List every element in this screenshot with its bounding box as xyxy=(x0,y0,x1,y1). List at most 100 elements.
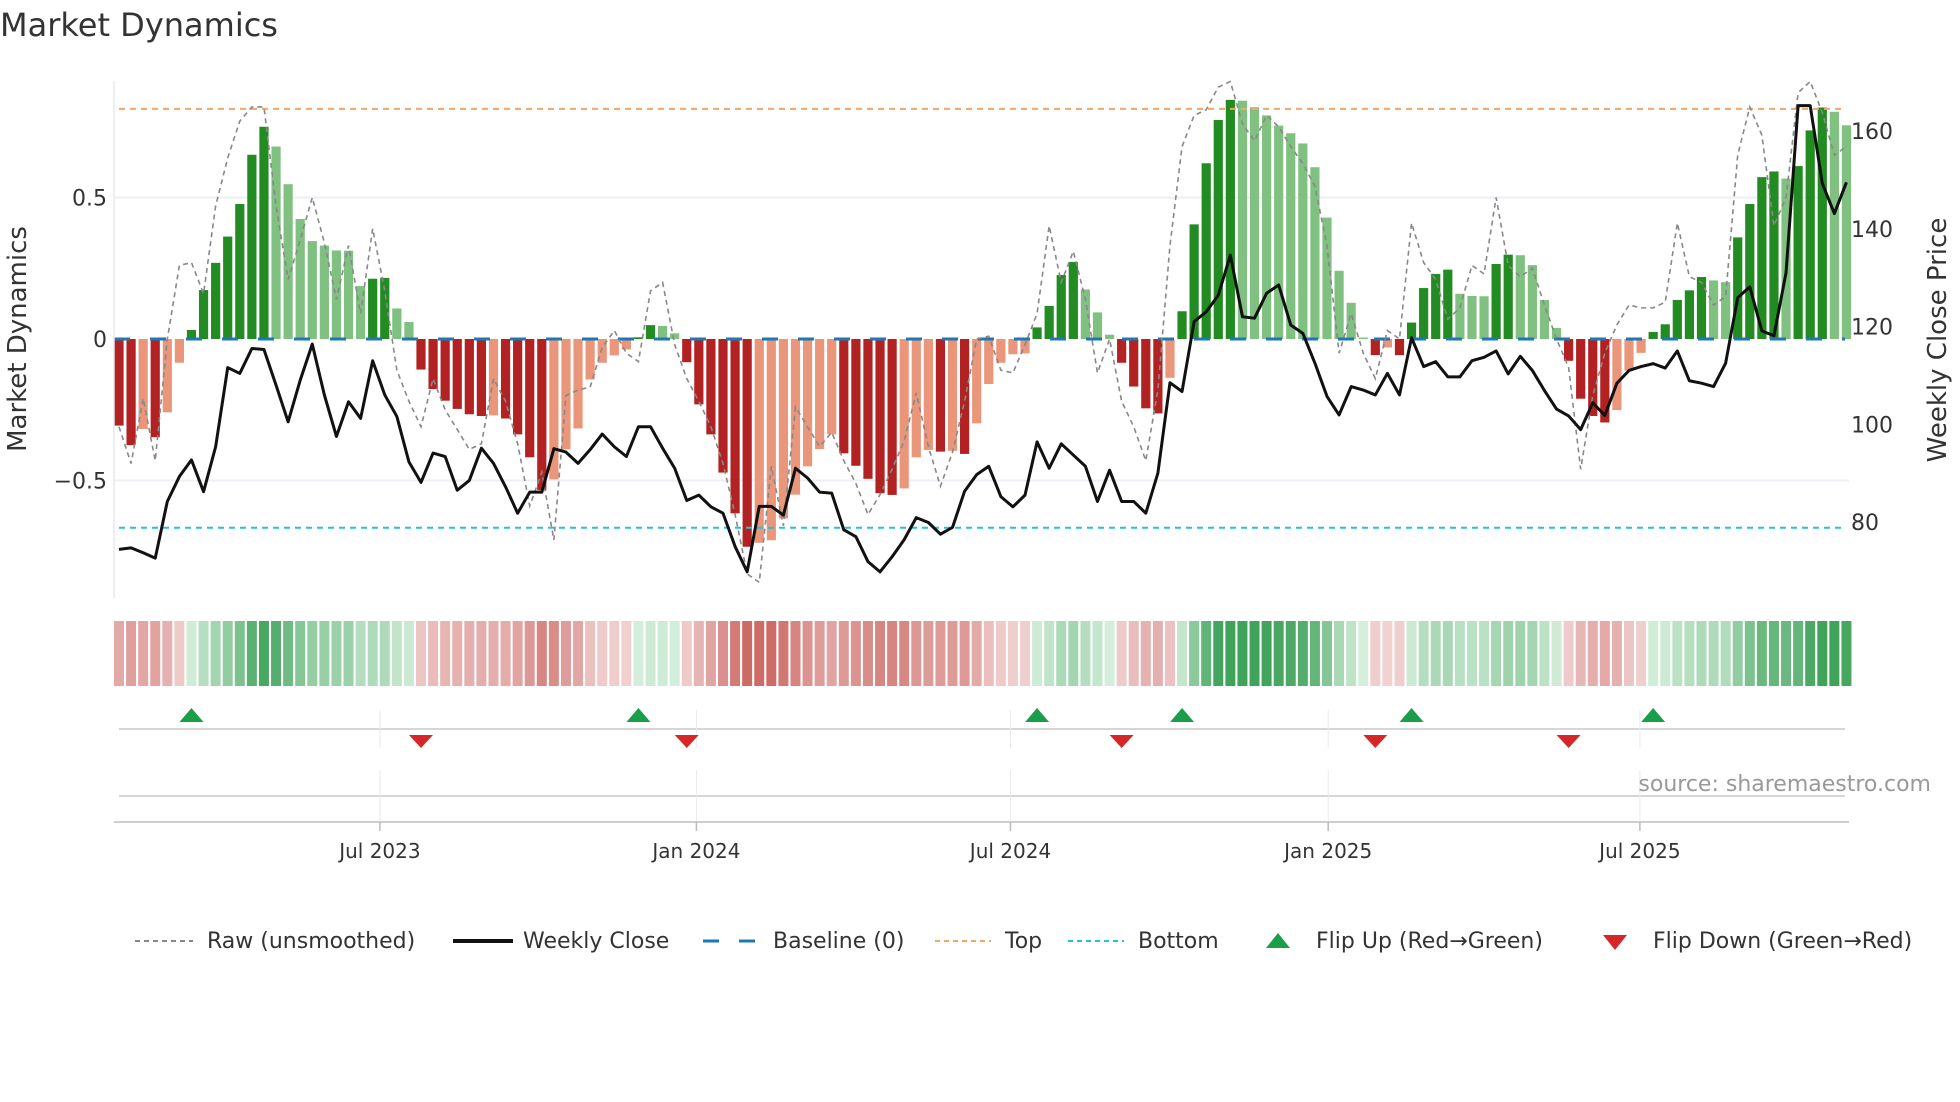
heat-cell xyxy=(1527,621,1538,686)
heat-cell xyxy=(573,621,584,686)
heat-cell xyxy=(560,621,571,686)
bar xyxy=(211,262,221,339)
heat-cell xyxy=(1322,621,1332,686)
heat-cell xyxy=(1515,621,1526,686)
bar xyxy=(247,154,257,339)
bar xyxy=(1503,254,1513,339)
bar xyxy=(875,339,885,494)
legend-baseline-swatch xyxy=(703,939,759,943)
bar xyxy=(500,339,511,419)
y-tick-label: 0 xyxy=(93,328,107,353)
heat-cell xyxy=(1358,621,1369,686)
flip-up-marker xyxy=(1399,708,1424,722)
heat-cell xyxy=(850,621,861,686)
bar xyxy=(198,290,209,339)
bar xyxy=(1177,311,1187,339)
bar xyxy=(1467,295,1477,339)
heat-cell xyxy=(1189,621,1200,686)
heat-cell xyxy=(307,621,318,686)
heat-cell xyxy=(1696,621,1707,686)
heat-cell xyxy=(1213,621,1224,686)
bar xyxy=(802,339,813,467)
heat-cell xyxy=(681,621,692,686)
heat-cell xyxy=(1817,621,1828,686)
heat-cell xyxy=(488,621,499,686)
heat-cell xyxy=(1249,621,1260,686)
flip-down-icon xyxy=(1603,935,1627,950)
heat-cell xyxy=(1491,621,1502,686)
legend-bottom-swatch xyxy=(1068,940,1124,942)
series-lines xyxy=(118,80,1848,584)
heat-cell xyxy=(174,621,185,686)
heat-cell xyxy=(1829,621,1840,686)
heat-cell xyxy=(1309,621,1320,686)
heat-cell xyxy=(754,621,765,686)
y-tick-label: −0.5 xyxy=(54,470,107,495)
heat-cell xyxy=(669,621,680,686)
heat-cell xyxy=(500,621,511,686)
heat-cell xyxy=(258,621,269,686)
heat-cell xyxy=(1177,621,1188,686)
legend-raw-swatch xyxy=(135,940,193,942)
bar xyxy=(1298,143,1308,339)
heat-cell xyxy=(464,621,475,686)
bar xyxy=(114,339,124,426)
bar xyxy=(1213,119,1223,339)
bar xyxy=(1479,296,1489,339)
bar xyxy=(1431,273,1441,339)
heat-cell xyxy=(995,621,1006,686)
heat-cell xyxy=(1020,621,1030,686)
bar xyxy=(1576,339,1586,399)
heat-cell xyxy=(899,621,910,686)
y2-axis-title: Weekly Close Price xyxy=(1923,218,1953,463)
heat-cell xyxy=(162,621,173,686)
bar xyxy=(585,339,595,380)
x-tick-label: Jul 2025 xyxy=(1597,839,1680,863)
bar xyxy=(488,339,499,416)
bar xyxy=(452,339,462,409)
bar xyxy=(126,339,136,446)
raw-line xyxy=(118,80,1847,584)
bar xyxy=(513,339,523,435)
legend-top-swatch xyxy=(935,940,991,942)
heat-cell xyxy=(814,621,825,686)
bar xyxy=(1612,339,1622,411)
heat-cell xyxy=(826,621,837,686)
y2-tick-label: 80 xyxy=(1851,511,1879,536)
heat-cell xyxy=(705,621,716,686)
heat-cell xyxy=(391,621,402,686)
heat-cell xyxy=(585,621,596,686)
heat-cell xyxy=(790,621,801,686)
heat-cell xyxy=(1334,621,1345,686)
bar xyxy=(887,339,897,495)
bar xyxy=(1672,299,1682,339)
heat-cell xyxy=(1430,621,1441,686)
heat-cell xyxy=(1503,621,1514,686)
bar xyxy=(1443,269,1453,339)
heat-cell xyxy=(1841,621,1852,686)
bar xyxy=(1419,288,1429,339)
bar xyxy=(1636,339,1646,353)
bar xyxy=(1564,339,1574,361)
bar xyxy=(1044,305,1054,339)
bar xyxy=(947,339,958,451)
heat-cell xyxy=(536,621,547,686)
legend-item-flip-up: Flip Up (Red→Green) xyxy=(1264,924,1543,958)
bar xyxy=(1455,293,1465,339)
heat-cell xyxy=(1551,621,1562,686)
bar xyxy=(1286,133,1296,339)
heat-cell xyxy=(1611,621,1622,686)
heat-cell xyxy=(126,621,137,686)
bar xyxy=(1032,327,1042,339)
legend-item-close: Weekly Close xyxy=(453,924,669,958)
heat-cell xyxy=(1007,621,1018,686)
heat-cell xyxy=(548,621,559,686)
heat-cell xyxy=(246,621,257,686)
heat-cell xyxy=(271,621,282,686)
bar xyxy=(911,339,921,458)
bar xyxy=(645,325,656,339)
bar xyxy=(1165,339,1175,378)
heat-cell xyxy=(1104,621,1115,686)
heat-cell xyxy=(416,621,426,686)
y-tick-label: 0.5 xyxy=(72,187,107,212)
